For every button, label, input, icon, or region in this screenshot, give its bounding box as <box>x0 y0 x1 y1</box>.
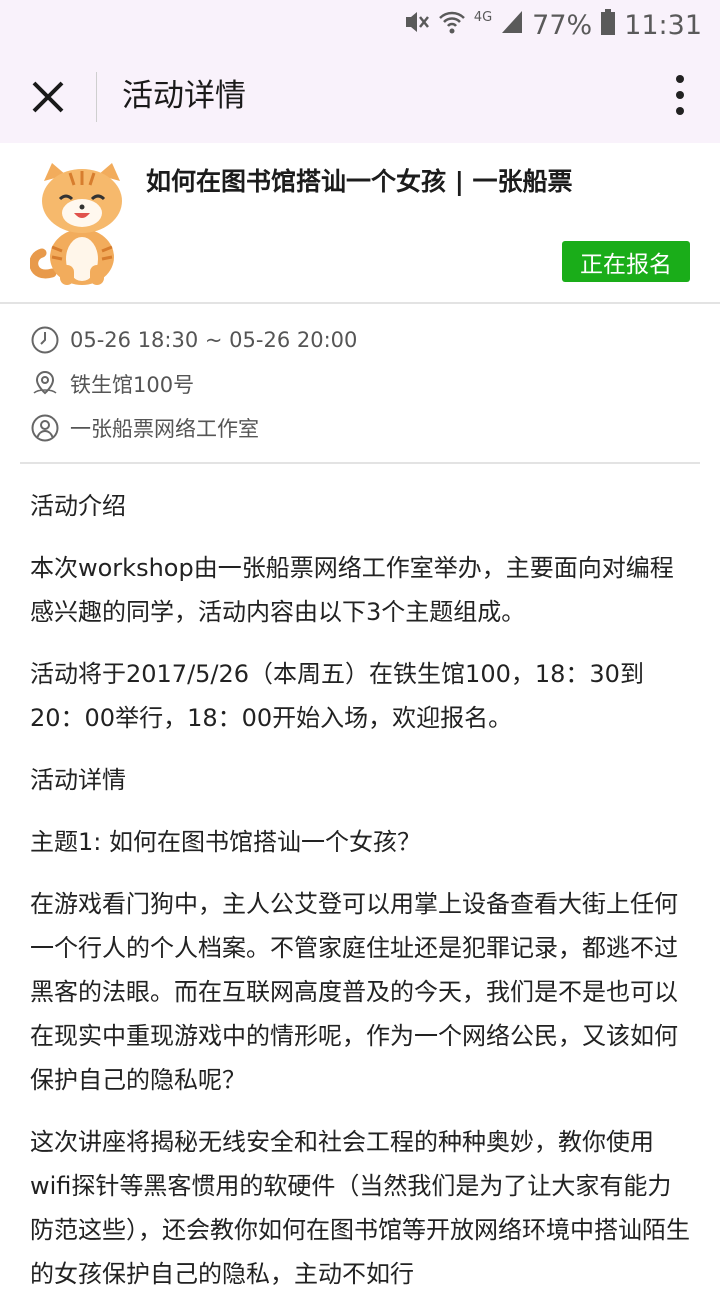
location-pin-icon <box>33 370 57 395</box>
more-dots-icon <box>676 75 684 83</box>
divider <box>20 462 700 464</box>
topic1-paragraph-2: 这次讲座将揭秘无线安全和社会工程的种种奥妙，教你使用wifi探针等黑客惯用的软硬… <box>30 1128 690 1288</box>
topic1-heading: 主题1: 如何在图书馆搭讪一个女孩？ <box>30 828 421 856</box>
user-icon <box>31 414 59 442</box>
intro-paragraph: 本次workshop由一张船票网络工作室举办，主要面向对编程感兴趣的同学，活动内… <box>30 554 674 626</box>
battery-percent: 77% <box>532 9 593 41</box>
event-location-row[interactable]: 铁生馆100号 <box>30 362 700 406</box>
event-time-row: 05-26 18:30 ~ 05-26 20:00 <box>30 318 700 362</box>
vibrate-mute-icon <box>402 8 430 43</box>
wifi-icon <box>438 8 466 43</box>
nav-divider <box>96 72 97 122</box>
clock-time: 11:31 <box>624 9 702 41</box>
event-location: 铁生馆100号 <box>70 373 195 397</box>
more-options-button[interactable] <box>674 75 686 119</box>
cat-illustration <box>29 163 122 285</box>
nav-bar: 活动详情 <box>0 50 720 143</box>
status-bar: 4G 77% 11:31 <box>0 0 720 50</box>
intro-heading: 活动介绍 <box>30 492 126 520</box>
schedule-paragraph: 活动将于2017/5/26（本周五）在铁生馆100，18：30到20：00举行，… <box>30 660 644 732</box>
event-description: 活动介绍 本次workshop由一张船票网络工作室举办，主要面向对编程感兴趣的同… <box>30 484 692 1314</box>
event-organizer: 一张船票网络工作室 <box>70 417 259 441</box>
topic1-paragraph: 在游戏看门狗中，主人公艾登可以用掌上设备查看大街上任何一个行人的个人档案。不管家… <box>30 890 678 1094</box>
battery-icon <box>600 8 616 43</box>
page-title: 活动详情 <box>122 78 246 114</box>
event-info: 05-26 18:30 ~ 05-26 20:00 铁生馆100号 一张船票网络… <box>30 318 700 450</box>
network-type-label: 4G <box>473 10 493 25</box>
clock-icon <box>31 326 59 354</box>
event-header: 如何在图书馆搭讪一个女孩 | 一张船票 正在报名 <box>0 143 720 302</box>
divider <box>0 302 720 304</box>
event-cover-image <box>29 161 126 287</box>
signal-icon <box>500 9 524 42</box>
registration-status-button[interactable]: 正在报名 <box>562 241 690 282</box>
details-heading: 活动详情 <box>30 766 126 794</box>
event-organizer-row: 一张船票网络工作室 <box>30 406 700 450</box>
event-time: 05-26 18:30 ~ 05-26 20:00 <box>70 328 358 352</box>
close-icon <box>32 81 64 113</box>
event-title: 如何在图书馆搭讪一个女孩 | 一张船票 <box>146 167 573 196</box>
close-button[interactable] <box>28 77 68 117</box>
